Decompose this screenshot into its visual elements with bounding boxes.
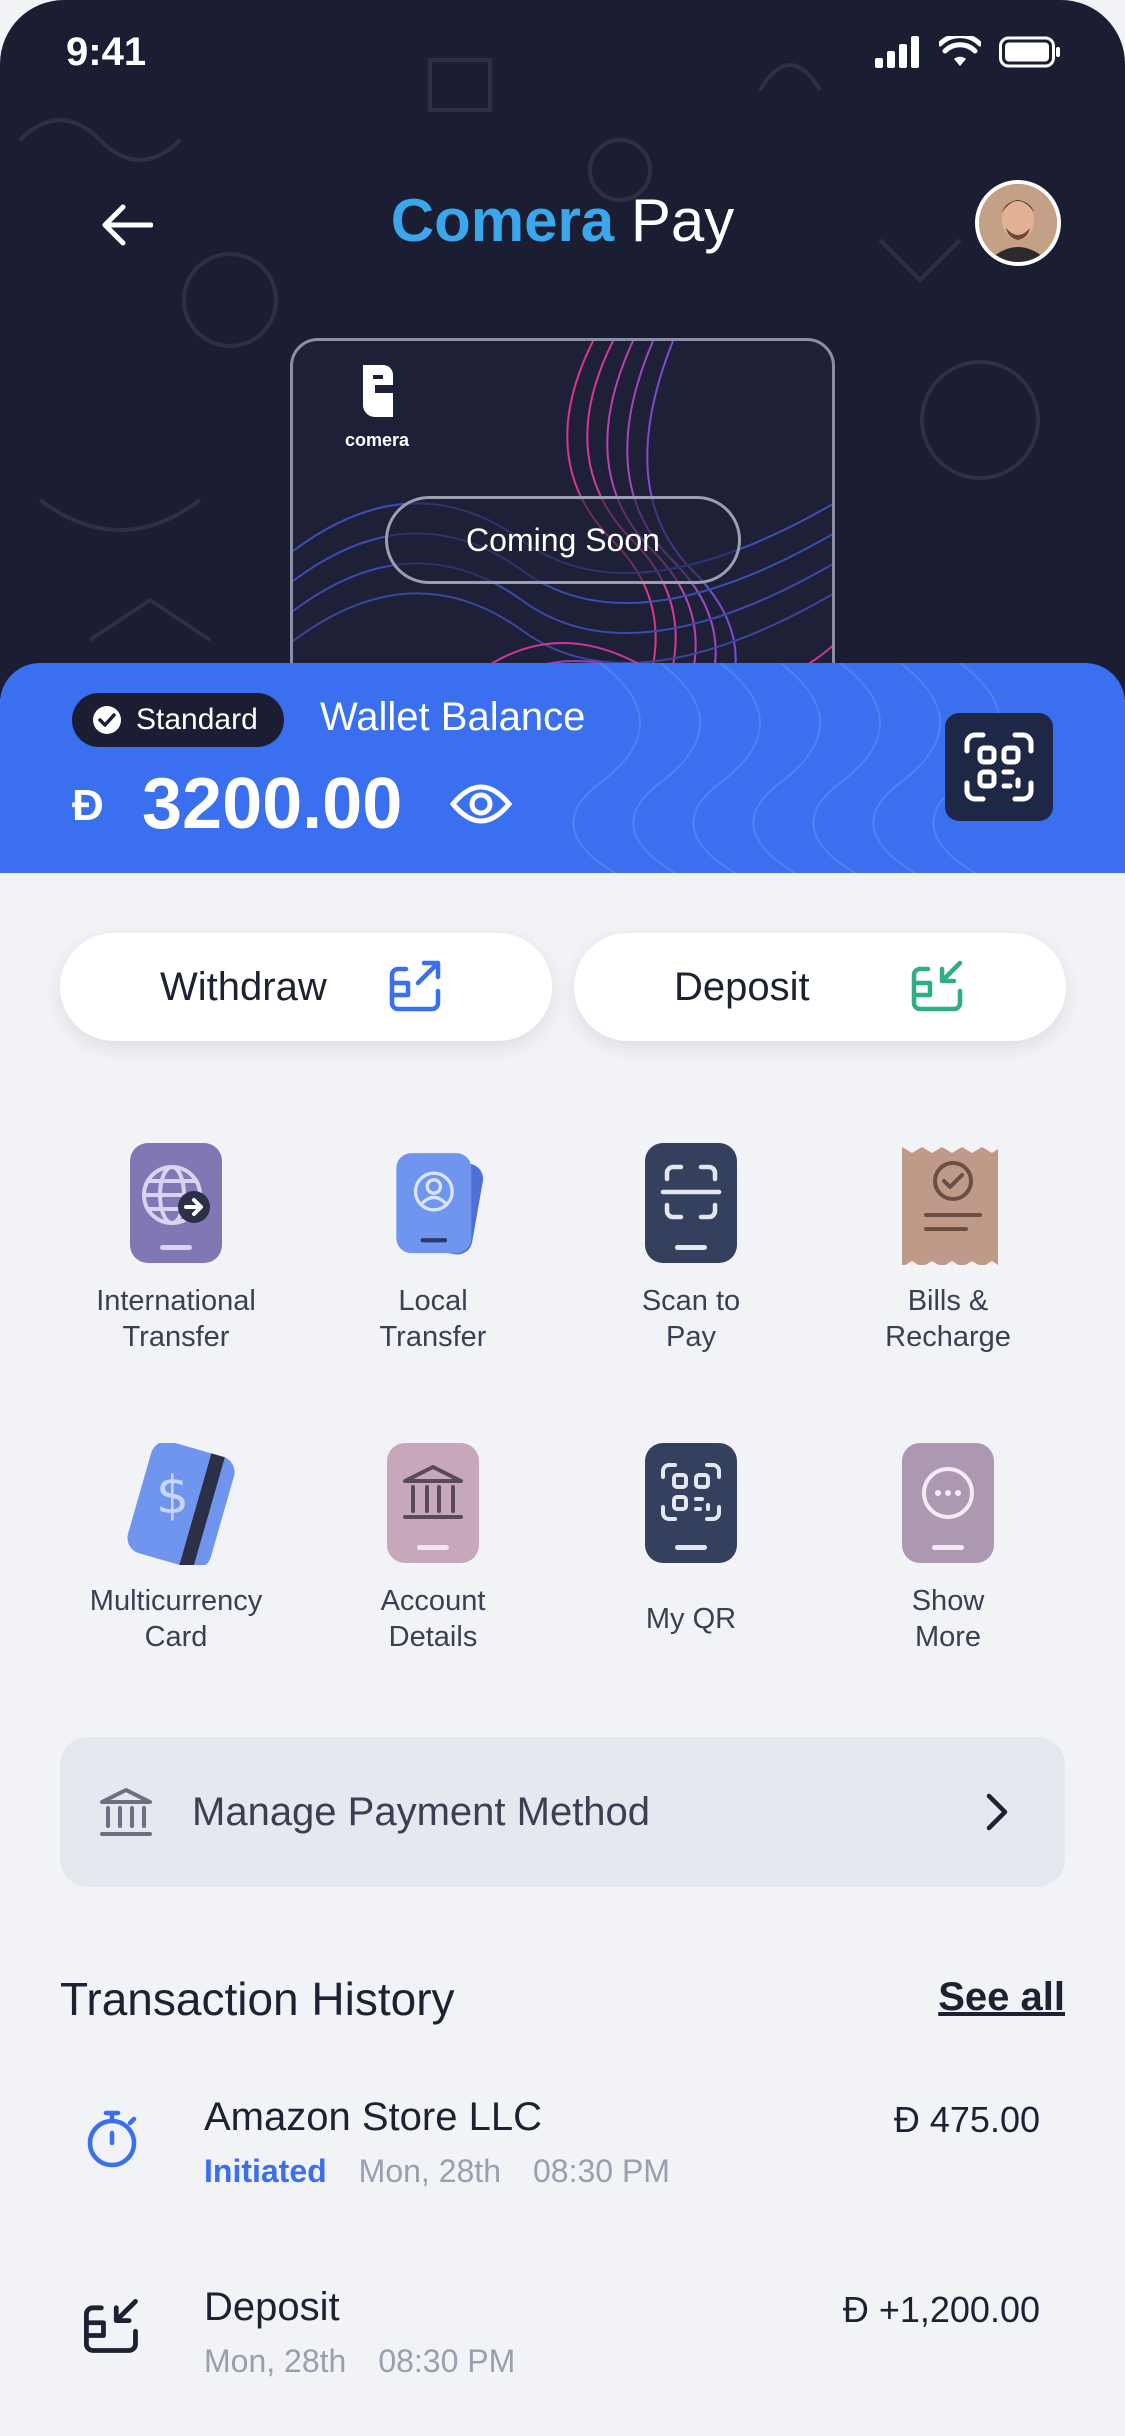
service-scan-to-pay[interactable]: Scan to Pay	[581, 1143, 801, 1355]
transaction-time: 08:30 PM	[532, 2153, 670, 2189]
wifi-icon	[939, 36, 981, 66]
transaction-meta: Mon, 28th 08:30 PM	[204, 2343, 515, 2380]
service-account-details[interactable]: Account Details	[323, 1443, 543, 1655]
transaction-history-title: Transaction History	[60, 1973, 455, 2025]
service-label: Multicurrency Card	[89, 1585, 263, 1653]
title-suffix: Pay	[630, 187, 735, 254]
service-multicurrency-card[interactable]: $ Multicurrency Card	[66, 1441, 286, 1655]
qr-icon	[641, 1443, 741, 1565]
transaction-name: Deposit	[204, 2285, 340, 2329]
transaction-status: Initiated	[204, 2153, 327, 2189]
service-label: Scan to Pay	[641, 1285, 741, 1353]
comera-logo-icon	[363, 365, 393, 417]
avatar[interactable]	[975, 180, 1061, 266]
toggle-balance-visibility-button[interactable]	[449, 779, 513, 829]
withdraw-icon	[389, 960, 441, 1012]
service-my-qr[interactable]: My QR	[581, 1443, 801, 1637]
transaction-meta: Initiated Mon, 28th 08:30 PM	[204, 2153, 670, 2190]
service-local-transfer[interactable]: Local Transfer	[323, 1143, 543, 1355]
card-logo: comera	[337, 361, 417, 451]
title-brand: Comera	[390, 187, 615, 254]
battery-icon	[999, 36, 1060, 68]
deposit-button[interactable]: Deposit	[574, 933, 1066, 1041]
manage-payment-method-label: Manage Payment Method	[192, 1789, 651, 1834]
status-bar: 9:41	[0, 0, 1125, 110]
coming-soon-button[interactable]: Coming Soon	[385, 496, 741, 584]
wallet-balance-panel: Standard Wallet Balance Đ 3200.00	[0, 663, 1125, 873]
service-international-transfer[interactable]: International Transfer	[66, 1143, 286, 1355]
transaction-date: Mon, 28th	[358, 2153, 501, 2189]
withdraw-label: Withdraw	[160, 964, 327, 1009]
eye-icon	[449, 784, 513, 824]
service-label: International Transfer	[96, 1285, 256, 1353]
wallet-balance-label: Wallet Balance	[320, 695, 586, 739]
withdraw-button[interactable]: Withdraw	[60, 933, 552, 1041]
timer-icon	[87, 2110, 137, 2168]
service-label: Account Details	[380, 1585, 486, 1653]
tier-badge: Standard	[72, 693, 284, 747]
transaction-row[interactable]: Deposit Mon, 28th 08:30 PM Đ +1,200.00	[0, 2285, 1125, 2425]
status-time: 9:41	[66, 30, 147, 74]
coming-soon-card: comera Coming Soon	[290, 338, 835, 700]
cellular-signal-icon	[875, 36, 919, 68]
tier-badge-label: Standard	[136, 703, 258, 736]
header-hero: 9:41 Comera Pay comera Coming Soon	[0, 0, 1125, 700]
wallet-balance-amount: 3200.00	[142, 764, 403, 844]
service-label: Show More	[911, 1585, 985, 1653]
transaction-amount: Đ 475.00	[893, 2099, 1040, 2140]
scan-frame-icon	[641, 1143, 741, 1265]
deposit-icon	[84, 2299, 138, 2353]
more-icon	[898, 1443, 998, 1565]
transaction-row[interactable]: Amazon Store LLC Initiated Mon, 28th 08:…	[0, 2095, 1125, 2235]
transaction-date: Mon, 28th	[204, 2343, 347, 2379]
globe-transfer-icon	[126, 1143, 226, 1265]
chevron-right-icon	[986, 1793, 1008, 1831]
transaction-name: Amazon Store LLC	[204, 2095, 542, 2139]
service-label: Local Transfer	[379, 1285, 487, 1353]
currency-symbol: Đ	[72, 781, 104, 830]
qr-code-icon	[964, 732, 1034, 802]
transaction-amount: Đ +1,200.00	[842, 2289, 1040, 2330]
see-all-link[interactable]: See all	[938, 1975, 1065, 2020]
page-title: Comera Pay	[0, 186, 1125, 255]
transaction-time: 08:30 PM	[378, 2343, 516, 2379]
manage-payment-method-button[interactable]: Manage Payment Method	[60, 1737, 1065, 1887]
service-label: Bills & Recharge	[885, 1285, 1011, 1353]
deposit-icon	[911, 960, 963, 1012]
dollar-card-icon: $	[126, 1441, 235, 1569]
receipt-icon	[898, 1143, 998, 1267]
user-avatar-icon	[979, 184, 1057, 262]
service-show-more[interactable]: Show More	[838, 1443, 1058, 1655]
qr-scan-button[interactable]	[945, 713, 1053, 821]
deposit-label: Deposit	[674, 964, 810, 1009]
service-label: My QR	[645, 1603, 737, 1635]
card-logo-text: comera	[344, 430, 410, 450]
verified-check-icon	[93, 706, 121, 734]
person-card-icon	[383, 1143, 484, 1265]
bank-icon	[100, 1788, 152, 1836]
bank-icon	[383, 1443, 483, 1565]
status-icons	[875, 36, 1061, 68]
service-bills-recharge[interactable]: Bills & Recharge	[838, 1143, 1058, 1355]
phone-screen: 9:41 Comera Pay comera Coming Soon Stand…	[0, 0, 1125, 2436]
svg-text:$: $	[156, 1466, 189, 1526]
